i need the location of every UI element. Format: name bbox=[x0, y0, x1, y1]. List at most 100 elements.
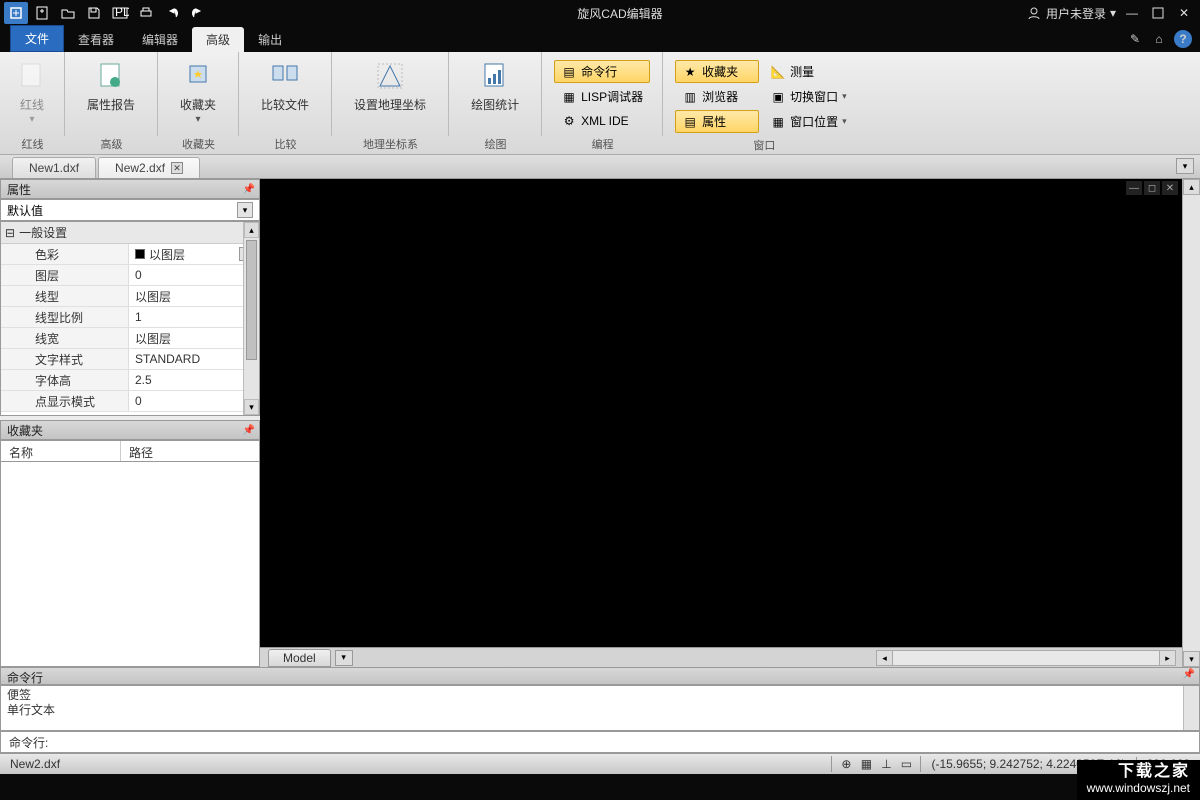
scroll-up-icon[interactable]: ▴ bbox=[1183, 179, 1200, 195]
ribbon-lisp-button[interactable]: ▦LISP调试器 bbox=[554, 85, 650, 108]
ribbon-group-favorites: 收藏夹 ▾ bbox=[158, 52, 239, 136]
scroll-down-icon[interactable]: ▾ bbox=[244, 399, 259, 415]
canvas-window-controls: — ◻ ✕ bbox=[1126, 181, 1178, 195]
ribbon-measure-button[interactable]: 📐测量 bbox=[763, 60, 854, 83]
doctab-new1[interactable]: New1.dxf bbox=[12, 157, 96, 178]
user-login-button[interactable]: 用户未登录 ▾ bbox=[1026, 5, 1116, 22]
chevron-down-icon: ▾ bbox=[196, 114, 201, 125]
save-icon[interactable] bbox=[82, 2, 106, 24]
prop-row-linetype[interactable]: 线型以图层 bbox=[1, 286, 259, 307]
properties-panel-header: 属性📌 bbox=[0, 179, 260, 199]
ribbon-compare-button[interactable]: 比较文件 bbox=[257, 56, 313, 114]
ribbon-group-label-compare: 比较 bbox=[239, 136, 332, 154]
pin-icon[interactable]: 📌 bbox=[243, 184, 255, 195]
ribbon: 红线 ▾ 红线 属性报告 高级 收藏夹 ▾ 收藏夹 比较 bbox=[0, 52, 1200, 155]
redo-icon[interactable] bbox=[186, 2, 210, 24]
ortho-icon[interactable]: ⊥ bbox=[878, 756, 894, 772]
chevron-down-icon: ▾ bbox=[842, 91, 847, 102]
ribbon-property-report-button[interactable]: 属性报告 bbox=[83, 56, 139, 114]
menu-advanced[interactable]: 高级 bbox=[192, 27, 244, 52]
ruler-icon[interactable]: ▭ bbox=[898, 756, 914, 772]
ribbon-window-position-button[interactable]: ▦窗口位置▾ bbox=[763, 110, 854, 133]
model-tab[interactable]: Model bbox=[268, 649, 331, 667]
canvas-area: — ◻ ✕ Model ▾ ◂▸ bbox=[260, 179, 1182, 667]
open-file-icon[interactable] bbox=[56, 2, 80, 24]
ribbon-drawstats-button[interactable]: 绘图统计 bbox=[467, 56, 523, 114]
scroll-down-icon[interactable]: ▾ bbox=[1183, 651, 1200, 667]
maximize-button[interactable] bbox=[1148, 3, 1168, 23]
main-area: 属性📌 默认值▾ ⊟一般设置 色彩以图层▾ 图层0 线型以图层 线型比例1 线宽… bbox=[0, 179, 1200, 667]
ribbon-properties-toggle[interactable]: ▤属性 bbox=[675, 110, 759, 133]
menu-file[interactable]: 文件 bbox=[10, 25, 64, 52]
prop-row-color[interactable]: 色彩以图层▾ bbox=[1, 244, 259, 265]
prop-row-layer[interactable]: 图层0 bbox=[1, 265, 259, 286]
ribbon-group-redline: 红线 ▾ bbox=[0, 52, 65, 136]
prop-section-general[interactable]: ⊟一般设置 bbox=[1, 222, 259, 244]
ribbon-group-stats: 绘图统计 bbox=[449, 52, 542, 136]
favorites-columns: 名称 路径 bbox=[0, 440, 260, 462]
scroll-right-icon[interactable]: ▸ bbox=[1159, 651, 1175, 665]
title-bar: PDF 旋风CAD编辑器 用户未登录 ▾ — ✕ bbox=[0, 0, 1200, 26]
prop-row-pointmode[interactable]: 点显示模式0 bbox=[1, 391, 259, 412]
canvas-close-icon[interactable]: ✕ bbox=[1162, 181, 1178, 195]
menu-output[interactable]: 输出 bbox=[244, 27, 296, 52]
model-tabs-dropdown[interactable]: ▾ bbox=[335, 650, 353, 666]
pen-tool-icon[interactable]: ✎ bbox=[1126, 30, 1144, 48]
prop-row-textheight[interactable]: 字体高2.5 bbox=[1, 370, 259, 391]
ribbon-redline-button[interactable]: 红线 ▾ bbox=[10, 56, 54, 127]
model-tab-bar: Model ▾ ◂▸ bbox=[260, 647, 1182, 667]
vertical-scrollbar[interactable]: ▴ ▾ bbox=[1182, 179, 1200, 667]
snap-icon[interactable]: ⊕ bbox=[838, 756, 854, 772]
undo-icon[interactable] bbox=[160, 2, 184, 24]
close-button[interactable]: ✕ bbox=[1174, 3, 1194, 23]
canvas-max-icon[interactable]: ◻ bbox=[1144, 181, 1160, 195]
drawing-canvas[interactable]: — ◻ ✕ bbox=[260, 179, 1182, 647]
ribbon-favorites-button[interactable]: 收藏夹 ▾ bbox=[176, 56, 220, 127]
properties-filter-dropdown[interactable]: 默认值▾ bbox=[0, 199, 260, 221]
doctabs-dropdown[interactable]: ▾ bbox=[1176, 158, 1194, 174]
ribbon-geo-button[interactable]: 设置地理坐标 bbox=[350, 56, 430, 114]
report-icon bbox=[93, 58, 129, 94]
scroll-thumb[interactable] bbox=[246, 240, 257, 360]
print-icon[interactable] bbox=[134, 2, 158, 24]
prop-row-ltscale[interactable]: 线型比例1 bbox=[1, 307, 259, 328]
cmdlog-scrollbar[interactable] bbox=[1183, 686, 1199, 730]
pin-icon[interactable]: 📌 bbox=[243, 425, 255, 436]
scroll-up-icon[interactable]: ▴ bbox=[244, 222, 259, 238]
pdf-icon[interactable]: PDF bbox=[108, 2, 132, 24]
fav-col-name[interactable]: 名称 bbox=[1, 441, 121, 461]
menu-editor[interactable]: 编辑器 bbox=[128, 27, 192, 52]
close-tab-icon[interactable]: ✕ bbox=[171, 162, 183, 174]
ribbon-fav-toggle[interactable]: ★收藏夹 bbox=[675, 60, 759, 83]
minimize-button[interactable]: — bbox=[1122, 3, 1142, 23]
properties-scrollbar[interactable]: ▴▾ bbox=[243, 222, 259, 415]
quick-access-toolbar: PDF bbox=[0, 0, 214, 26]
commandline-icon: ▤ bbox=[561, 64, 577, 80]
pin-icon[interactable]: 📌 bbox=[1183, 669, 1195, 680]
ribbon-group-label-favorites: 收藏夹 bbox=[158, 136, 239, 154]
doctab-new2[interactable]: New2.dxf✕ bbox=[98, 157, 200, 178]
command-area: 命令行📌 便签 单行文本 命令行: bbox=[0, 667, 1200, 753]
home-icon[interactable]: ⌂ bbox=[1150, 30, 1168, 48]
ribbon-commandline-button[interactable]: ▤命令行 bbox=[554, 60, 650, 83]
fav-col-path[interactable]: 路径 bbox=[121, 441, 161, 461]
canvas-min-icon[interactable]: — bbox=[1126, 181, 1142, 195]
status-filename: New2.dxf bbox=[0, 757, 70, 771]
ribbon-xmlide-button[interactable]: ⚙XML IDE bbox=[554, 110, 650, 132]
help-icon[interactable]: ? bbox=[1174, 30, 1192, 48]
command-prompt-label: 命令行: bbox=[1, 734, 52, 751]
app-logo-icon[interactable] bbox=[4, 2, 28, 24]
new-file-icon[interactable] bbox=[30, 2, 54, 24]
prop-row-lineweight[interactable]: 线宽以图层 bbox=[1, 328, 259, 349]
ribbon-switch-window-button[interactable]: ▣切换窗口▾ bbox=[763, 85, 854, 108]
ribbon-browser-toggle[interactable]: ▥浏览器 bbox=[675, 85, 759, 108]
scroll-left-icon[interactable]: ◂ bbox=[877, 651, 893, 665]
horizontal-scrollbar[interactable]: ◂▸ bbox=[876, 650, 1176, 666]
cmd-log-line: 单行文本 bbox=[7, 703, 1193, 718]
color-swatch bbox=[135, 249, 145, 259]
menu-viewer[interactable]: 查看器 bbox=[64, 27, 128, 52]
command-input[interactable] bbox=[52, 733, 1199, 751]
prop-row-textstyle[interactable]: 文字样式STANDARD bbox=[1, 349, 259, 370]
measure-icon: 📐 bbox=[770, 64, 786, 80]
grid-icon[interactable]: ▦ bbox=[858, 756, 874, 772]
